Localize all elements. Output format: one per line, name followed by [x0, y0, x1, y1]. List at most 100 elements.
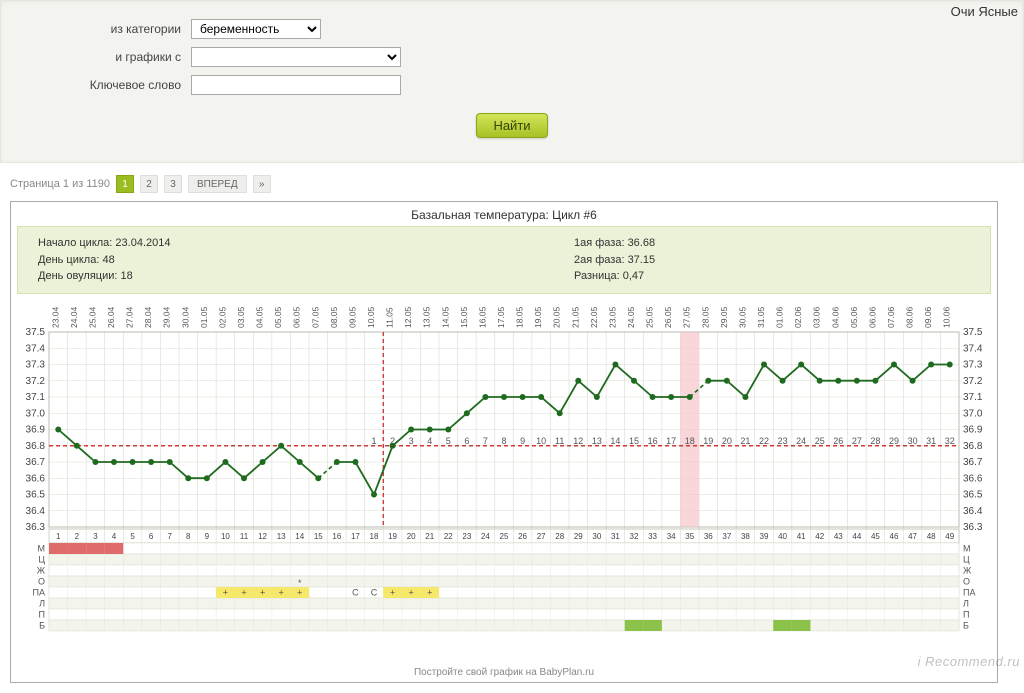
svg-text:+: + — [279, 587, 284, 597]
svg-text:35: 35 — [685, 532, 694, 541]
svg-text:02.05: 02.05 — [217, 306, 227, 328]
svg-text:Ж: Ж — [963, 565, 972, 575]
svg-text:10: 10 — [221, 532, 230, 541]
svg-text:48: 48 — [927, 532, 936, 541]
svg-text:07.05: 07.05 — [310, 306, 320, 328]
find-button[interactable]: Найти — [476, 113, 547, 138]
graphs-with-label: и графики с — [71, 50, 191, 64]
svg-text:02.06: 02.06 — [793, 306, 803, 328]
svg-text:25: 25 — [500, 532, 509, 541]
svg-text:+: + — [297, 587, 302, 597]
ovulation-day: День овуляции: 18 — [38, 268, 434, 285]
svg-text:Б: Б — [963, 620, 969, 630]
svg-text:С: С — [352, 587, 359, 597]
svg-text:25.05: 25.05 — [645, 306, 655, 328]
watermark: i Recommend.ru — [918, 654, 1020, 669]
svg-text:24: 24 — [481, 532, 490, 541]
svg-text:40: 40 — [778, 532, 787, 541]
svg-text:17.05: 17.05 — [496, 306, 506, 328]
svg-text:01.06: 01.06 — [775, 306, 785, 328]
keyword-input[interactable] — [191, 75, 401, 95]
svg-text:47: 47 — [908, 532, 917, 541]
bbt-chart: 1234567891011121314151617181920212223242… — [17, 300, 991, 660]
svg-text:11: 11 — [555, 435, 564, 445]
svg-text:17: 17 — [666, 435, 676, 445]
graphs-with-select[interactable] — [191, 47, 401, 67]
svg-text:11: 11 — [240, 532, 249, 541]
svg-text:28.04: 28.04 — [143, 306, 153, 328]
svg-text:23.05: 23.05 — [607, 306, 617, 328]
svg-text:Ц: Ц — [963, 554, 970, 564]
svg-text:22: 22 — [444, 532, 453, 541]
svg-text:08.06: 08.06 — [905, 306, 915, 328]
svg-text:49: 49 — [945, 532, 954, 541]
svg-text:17: 17 — [351, 532, 360, 541]
svg-text:7: 7 — [483, 435, 488, 445]
svg-text:37.3: 37.3 — [963, 359, 983, 370]
svg-text:О: О — [38, 576, 45, 586]
page-2[interactable]: 2 — [140, 175, 158, 193]
svg-text:29: 29 — [574, 532, 583, 541]
svg-text:04.06: 04.06 — [830, 306, 840, 328]
svg-text:П: П — [39, 609, 45, 619]
svg-text:26: 26 — [518, 532, 527, 541]
svg-text:15.05: 15.05 — [459, 306, 469, 328]
svg-text:15: 15 — [629, 435, 639, 445]
svg-text:37.5: 37.5 — [26, 327, 46, 338]
svg-text:13.05: 13.05 — [422, 306, 432, 328]
svg-text:6: 6 — [149, 532, 154, 541]
svg-text:С: С — [371, 587, 378, 597]
svg-text:29: 29 — [889, 435, 899, 445]
svg-text:25.04: 25.04 — [87, 306, 97, 328]
search-form-panel: из категории беременность и графики с Кл… — [0, 0, 1024, 163]
svg-text:8: 8 — [501, 435, 506, 445]
svg-text:21.05: 21.05 — [570, 306, 580, 328]
svg-text:14: 14 — [295, 532, 304, 541]
svg-text:45: 45 — [871, 532, 880, 541]
svg-text:30: 30 — [908, 435, 918, 445]
svg-text:37.3: 37.3 — [26, 359, 46, 370]
svg-text:14.05: 14.05 — [440, 306, 450, 328]
svg-text:8: 8 — [186, 532, 191, 541]
svg-text:19: 19 — [703, 435, 713, 445]
page-3[interactable]: 3 — [164, 175, 182, 193]
svg-text:37.4: 37.4 — [963, 343, 983, 354]
svg-text:4: 4 — [427, 435, 432, 445]
page-last[interactable]: » — [253, 175, 271, 193]
svg-text:43: 43 — [834, 532, 843, 541]
svg-text:09.06: 09.06 — [923, 306, 933, 328]
cycle-day: День цикла: 48 — [38, 252, 434, 269]
svg-text:41: 41 — [797, 532, 806, 541]
svg-text:33: 33 — [648, 532, 657, 541]
svg-text:26: 26 — [833, 435, 843, 445]
svg-text:9: 9 — [205, 532, 210, 541]
svg-text:46: 46 — [890, 532, 899, 541]
page-1[interactable]: 1 — [116, 175, 134, 193]
svg-text:1: 1 — [56, 532, 61, 541]
svg-text:21: 21 — [740, 435, 750, 445]
svg-text:36.6: 36.6 — [963, 473, 983, 484]
svg-text:27: 27 — [537, 532, 546, 541]
svg-text:37.5: 37.5 — [963, 327, 983, 338]
phase-diff: Разница: 0,47 — [574, 268, 970, 285]
svg-text:31: 31 — [926, 435, 936, 445]
svg-text:37.1: 37.1 — [963, 392, 983, 403]
svg-text:37.2: 37.2 — [963, 375, 983, 386]
svg-text:36.3: 36.3 — [963, 522, 983, 533]
svg-text:36.5: 36.5 — [963, 489, 983, 500]
svg-text:36.7: 36.7 — [963, 457, 983, 468]
svg-text:29.05: 29.05 — [719, 306, 729, 328]
svg-text:6: 6 — [464, 435, 469, 445]
svg-text:ПА: ПА — [33, 587, 45, 597]
svg-text:39: 39 — [760, 532, 769, 541]
svg-text:34: 34 — [667, 532, 676, 541]
svg-text:23.04: 23.04 — [50, 306, 60, 328]
svg-text:24.04: 24.04 — [69, 306, 79, 328]
category-select[interactable]: беременность — [191, 19, 321, 39]
svg-text:4: 4 — [112, 532, 117, 541]
svg-text:+: + — [260, 587, 265, 597]
svg-text:+: + — [241, 587, 246, 597]
chart-container: Базальная температура: Цикл #6 Начало ци… — [10, 201, 998, 683]
svg-text:М: М — [38, 543, 46, 553]
page-next[interactable]: ВПЕРЕД — [188, 175, 247, 193]
